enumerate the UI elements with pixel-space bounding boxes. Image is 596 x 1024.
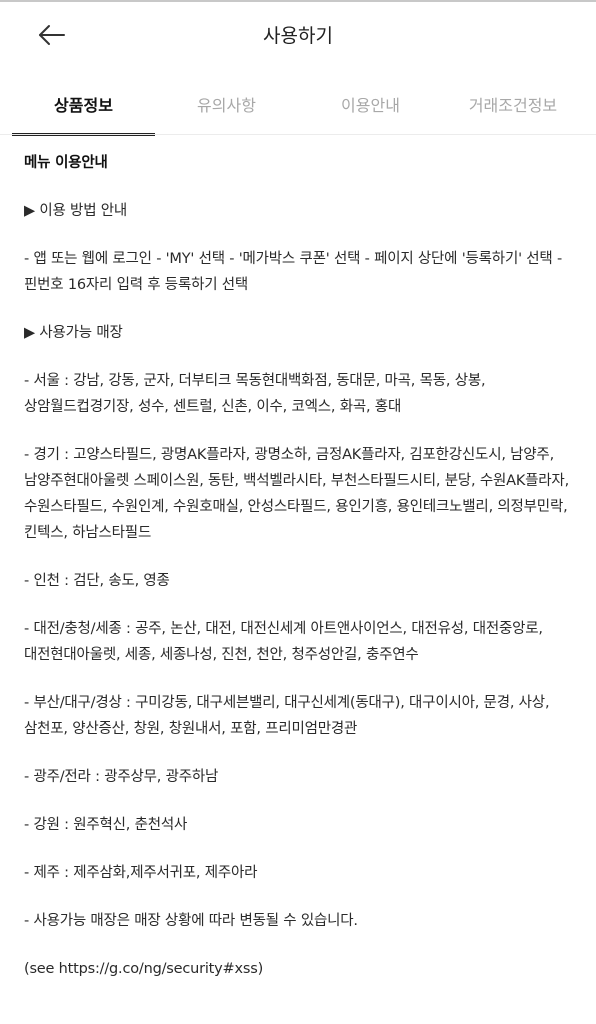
app-header: 사용하기 bbox=[0, 2, 596, 68]
footer-note: (see https://g.co/ng/security#xss) bbox=[24, 961, 264, 977]
store-region-seoul: - 서울 : 강남, 강동, 군자, 더부티크 목동현대백화점, 동대문, 마곡… bbox=[24, 373, 486, 415]
tab-precautions[interactable]: 유의사항 bbox=[155, 78, 298, 134]
tab-product-info[interactable]: 상품정보 bbox=[12, 78, 155, 136]
content-area: 메뉴 이용안내 ▶ 이용 방법 안내 - 앱 또는 웹에 로그인 - 'MY' … bbox=[24, 150, 576, 1004]
tab-usage-guide[interactable]: 이용안내 bbox=[298, 78, 443, 134]
store-region-jeju: - 제주 : 제주삼화,제주서귀포, 제주아라 bbox=[24, 865, 258, 881]
page-title: 사용하기 bbox=[263, 25, 333, 47]
store-region-gangwon: - 강원 : 원주혁신, 춘천석사 bbox=[24, 817, 188, 833]
store-region-busan: - 부산/대구/경상 : 구미강동, 대구세븐밸리, 대구신세계(동대구), 대… bbox=[24, 695, 550, 737]
store-region-incheon: - 인천 : 검단, 송도, 영종 bbox=[24, 573, 170, 589]
how-to-heading: ▶ 이용 방법 안내 bbox=[24, 203, 128, 219]
how-to-text: - 앱 또는 웹에 로그인 - 'MY' 선택 - '메가박스 쿠폰' 선택 -… bbox=[24, 251, 562, 293]
store-region-gyeonggi: - 경기 : 고양스타필드, 광명AK플라자, 광명소하, 금정AK플라자, 김… bbox=[24, 447, 569, 541]
notice-text: - 사용가능 매장은 매장 상황에 따라 변동될 수 있습니다. bbox=[24, 913, 358, 929]
section-title: 메뉴 이용안내 bbox=[24, 155, 108, 171]
tab-transaction-terms[interactable]: 거래조건정보 bbox=[443, 78, 583, 134]
store-region-gwangju: - 광주/전라 : 광주상무, 광주하남 bbox=[24, 769, 219, 785]
tab-bar: 상품정보 유의사항 이용안내 거래조건정보 bbox=[0, 78, 596, 136]
stores-heading: ▶ 사용가능 매장 bbox=[24, 325, 123, 341]
store-region-daejeon: - 대전/충청/세종 : 공주, 논산, 대전, 대전신세계 아트앤사이언스, … bbox=[24, 621, 543, 663]
tab-divider bbox=[0, 134, 596, 135]
